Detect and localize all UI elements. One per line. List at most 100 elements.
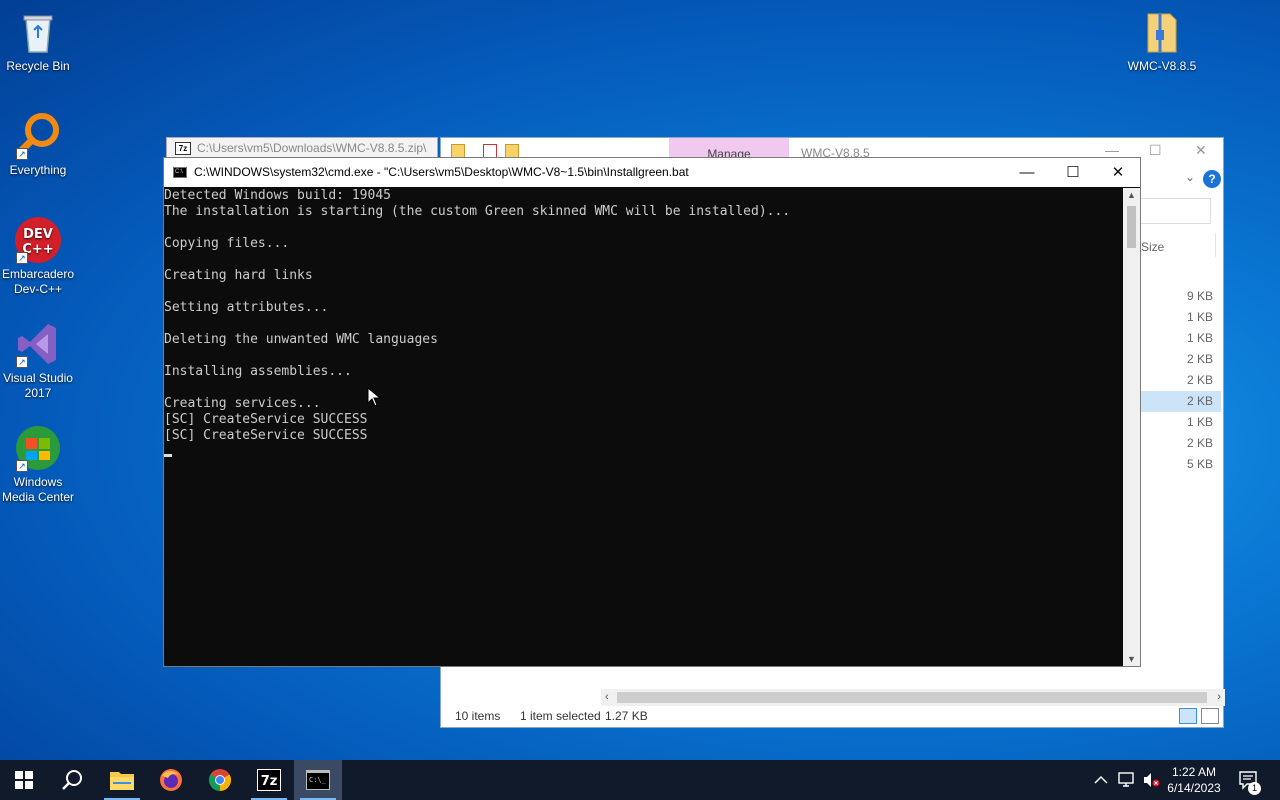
- maximize-button[interactable]: ☐: [1149, 142, 1162, 159]
- action-center-icon[interactable]: 1: [1238, 760, 1261, 800]
- scrollbar-thumb[interactable]: [1127, 206, 1136, 248]
- new-folder-icon[interactable]: [505, 144, 519, 158]
- console-line: Setting attributes...: [164, 300, 329, 315]
- status-bar: 10 items 1 item selected 1.27 KB: [441, 705, 1223, 727]
- desktop-icon-everything[interactable]: ↗ Everything: [0, 112, 76, 178]
- chrome-icon: [209, 769, 231, 791]
- cmd-icon: C:\_: [306, 770, 330, 790]
- taskbar-firefox[interactable]: [147, 760, 195, 800]
- console-line: Deleting the unwanted WMC languages: [164, 332, 438, 347]
- taskbar-7zip[interactable]: 7z: [245, 760, 293, 800]
- desktop-icon-recycle-bin[interactable]: Recycle Bin: [0, 8, 76, 74]
- close-button[interactable]: ✕: [1095, 158, 1141, 187]
- console-line: [SC] CreateService SUCCESS: [164, 412, 368, 427]
- console-line: [SC] CreateService SUCCESS: [164, 428, 368, 443]
- status-size: 1.27 KB: [605, 709, 648, 723]
- desktop-icon-windows-media-center[interactable]: ↗ Windows Media Center: [0, 424, 76, 505]
- shortcut-arrow-icon: ↗: [16, 356, 28, 368]
- volume-muted-icon[interactable]: [1142, 760, 1160, 800]
- close-button[interactable]: ✕: [1195, 142, 1207, 159]
- horizontal-scrollbar[interactable]: ‹ ›: [601, 689, 1225, 706]
- console-line: Installing assemblies...: [164, 364, 352, 379]
- taskbar-chrome[interactable]: [196, 760, 244, 800]
- svg-text:C:\_: C:\_: [309, 776, 327, 784]
- console-cursor-line: [164, 444, 1124, 460]
- search-icon: [62, 770, 82, 790]
- desktop-icon-label: Embarcadero Dev-C++: [1, 267, 75, 296]
- desktop-icon-wmc-folder[interactable]: WMC-V8.8.5: [1124, 8, 1200, 74]
- firefox-icon: [160, 769, 182, 791]
- 7zip-window-title: C:\Users\vm5\Downloads\WMC-V8.8.5.zip\: [197, 141, 427, 155]
- taskbar-cmd[interactable]: C:\_: [294, 760, 342, 800]
- desktop-icon-label: Everything: [9, 163, 67, 177]
- 7zip-window[interactable]: 7z C:\Users\vm5\Downloads\WMC-V8.8.5.zip…: [166, 137, 438, 159]
- file-size-cell[interactable]: 5 KB: [1141, 454, 1221, 475]
- details-view-icon[interactable]: [1179, 708, 1197, 724]
- cmd-window[interactable]: C:\ C:\WINDOWS\system32\cmd.exe - "C:\Us…: [163, 157, 1141, 667]
- start-button[interactable]: [0, 760, 48, 800]
- large-icons-view-icon[interactable]: [1201, 708, 1219, 724]
- file-size-cell[interactable]: 1 KB: [1141, 328, 1221, 349]
- minimize-button[interactable]: —: [1105, 142, 1119, 158]
- maximize-button[interactable]: ☐: [1050, 158, 1096, 187]
- chevron-down-icon[interactable]: ⌄: [1185, 170, 1195, 184]
- desktop-icon-label: Visual Studio 2017: [3, 371, 73, 400]
- desktop-icon-devcpp[interactable]: DEV C++ ↗ Embarcadero Dev-C++: [0, 216, 76, 297]
- file-size-cell[interactable]: 1 KB: [1141, 307, 1221, 328]
- visual-studio-icon: ↗: [14, 320, 62, 368]
- console-line: Creating hard links: [164, 268, 313, 283]
- help-icon[interactable]: ?: [1203, 170, 1221, 188]
- file-size-cell[interactable]: 2 KB: [1141, 349, 1221, 370]
- shortcut-arrow-icon: ↗: [16, 252, 28, 264]
- text-cursor: [164, 454, 172, 457]
- tray-chevron-icon[interactable]: [1094, 760, 1108, 800]
- scroll-down-icon[interactable]: ▼: [1123, 654, 1140, 664]
- clock-date: 6/14/2023: [1167, 781, 1221, 795]
- vertical-scrollbar[interactable]: ▲ ▼: [1123, 188, 1140, 666]
- search-button[interactable]: [48, 760, 96, 800]
- console-line: Creating services...: [164, 396, 321, 411]
- scrollbar-thumb[interactable]: [617, 692, 1207, 703]
- cmd-titlebar[interactable]: C:\ C:\WINDOWS\system32\cmd.exe - "C:\Us…: [164, 158, 1140, 187]
- recycle-bin-icon: [14, 8, 62, 56]
- file-size-cell[interactable]: 2 KB: [1141, 391, 1221, 412]
- status-item-count: 10 items: [455, 709, 501, 723]
- 7zip-icon: 7z: [257, 769, 281, 791]
- desktop-icon-label: WMC-V8.8.5: [1127, 59, 1197, 73]
- file-size-cell[interactable]: 2 KB: [1141, 433, 1221, 454]
- file-size-cell[interactable]: 2 KB: [1141, 370, 1221, 391]
- console-output[interactable]: Detected Windows build: 19045 The install…: [164, 188, 1124, 666]
- desktop-icon-visual-studio[interactable]: ↗ Visual Studio 2017: [0, 320, 76, 401]
- taskbar-file-explorer[interactable]: [98, 760, 146, 800]
- desktop-icon-label: Recycle Bin: [6, 59, 70, 73]
- 7zip-icon: 7z: [175, 142, 191, 155]
- svg-text:7z: 7z: [261, 774, 278, 789]
- column-header-size[interactable]: Size: [1141, 240, 1164, 254]
- minimize-button[interactable]: —: [1004, 158, 1050, 187]
- taskbar-clock[interactable]: 1:22 AM 6/14/2023: [1160, 764, 1228, 796]
- scroll-right-icon[interactable]: ›: [1217, 689, 1221, 706]
- zip-folder-icon: [1138, 8, 1186, 56]
- cmd-icon: C:\: [173, 167, 187, 178]
- windows-media-center-icon: ↗: [14, 424, 62, 472]
- notification-count-badge: 1: [1248, 782, 1261, 795]
- clock-time: 1:22 AM: [1171, 765, 1217, 779]
- taskbar: 7z C:\_ 1:22 AM 6/14/2023 1: [0, 760, 1280, 800]
- svg-text:DEV: DEV: [23, 227, 53, 242]
- shortcut-arrow-icon: ↗: [16, 460, 28, 472]
- properties-icon[interactable]: [483, 144, 497, 158]
- search-input[interactable]: [1131, 198, 1211, 224]
- file-size-cell[interactable]: 1 KB: [1141, 412, 1221, 433]
- file-size-cell[interactable]: 9 KB: [1141, 286, 1221, 307]
- scroll-left-icon[interactable]: ‹: [605, 689, 609, 706]
- network-icon[interactable]: [1118, 760, 1136, 800]
- start-icon: [15, 771, 33, 789]
- everything-icon: ↗: [14, 112, 62, 160]
- column-divider[interactable]: [1215, 233, 1216, 257]
- mouse-cursor-icon: [367, 387, 381, 407]
- console-line: The installation is starting (the custom…: [164, 204, 791, 219]
- scroll-up-icon[interactable]: ▲: [1123, 190, 1140, 200]
